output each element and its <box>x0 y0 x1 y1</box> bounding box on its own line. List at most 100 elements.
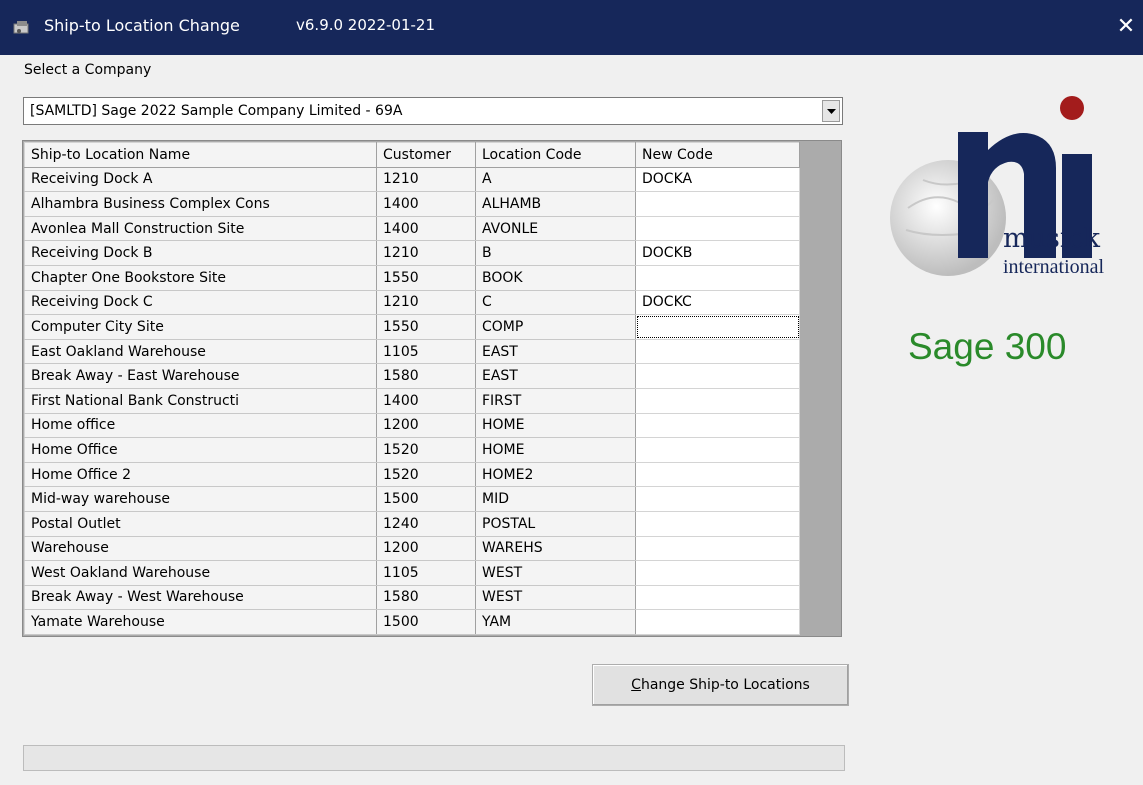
table-row[interactable]: Home Office 1520 HOME <box>24 437 800 463</box>
column-header-name[interactable]: Ship-to Location Name <box>24 142 377 168</box>
ship-to-grid[interactable]: Ship-to Location Name Customer Location … <box>22 140 842 637</box>
cell-customer: 1210 <box>376 166 476 193</box>
company-dropdown-value: [SAMLTD] Sage 2022 Sample Company Limite… <box>30 103 403 119</box>
cell-ship-to-name: West Oakland Warehouse <box>24 560 377 586</box>
cell-ship-to-name: Alhambra Business Complex Cons <box>24 191 377 217</box>
table-row[interactable]: Receiving Dock A 1210 A DOCKA <box>24 166 800 193</box>
cell-customer: 1210 <box>376 240 476 266</box>
cell-new-code[interactable] <box>635 461 800 488</box>
table-row[interactable]: Chapter One Bookstore Site 1550 BOOK <box>24 264 800 291</box>
cell-location-code: MID <box>475 486 636 512</box>
change-ship-to-locations-button[interactable]: Change Ship-to Locations <box>592 664 849 706</box>
dropdown-arrow-button[interactable] <box>822 100 840 122</box>
cell-ship-to-name: Chapter One Bookstore Site <box>24 264 377 291</box>
cell-customer: 1210 <box>376 289 476 316</box>
ship-to-table: Ship-to Location Name Customer Location … <box>24 142 800 635</box>
cell-new-code[interactable] <box>635 215 800 242</box>
table-row[interactable]: Computer City Site 1550 COMP <box>24 314 800 340</box>
cell-new-code[interactable] <box>635 560 800 586</box>
table-row[interactable]: Warehouse 1200 WAREHS <box>24 535 800 562</box>
table-row[interactable]: Break Away - East Warehouse 1580 EAST <box>24 363 800 389</box>
cell-new-code[interactable] <box>635 363 800 389</box>
cell-location-code: HOME2 <box>475 461 636 488</box>
cell-location-code: COMP <box>475 314 636 340</box>
cell-location-code: B <box>475 240 636 266</box>
table-row[interactable]: Home office 1200 HOME <box>24 412 800 439</box>
cell-ship-to-name: Break Away - West Warehouse <box>24 584 377 611</box>
logo-text-international: international <box>1003 256 1105 278</box>
cell-ship-to-name: East Oakland Warehouse <box>24 338 377 365</box>
table-row[interactable]: First National Bank Constructi 1400 FIRST <box>24 387 800 414</box>
table-row[interactable]: Home Office 2 1520 HOME2 <box>24 461 800 488</box>
cell-customer: 1500 <box>376 486 476 512</box>
cell-new-code[interactable] <box>635 314 800 340</box>
cell-ship-to-name: First National Bank Constructi <box>24 387 377 414</box>
cell-location-code: YAM <box>475 609 636 635</box>
cell-customer: 1580 <box>376 363 476 389</box>
cell-new-code[interactable]: DOCKC <box>635 289 800 316</box>
table-row[interactable]: West Oakland Warehouse 1105 WEST <box>24 560 800 586</box>
cell-ship-to-name: Receiving Dock C <box>24 289 377 316</box>
cell-ship-to-name: Computer City Site <box>24 314 377 340</box>
table-row[interactable]: Mid-way warehouse 1500 MID <box>24 486 800 512</box>
cell-ship-to-name: Home Office 2 <box>24 461 377 488</box>
logo-text-musick: musick <box>1003 223 1100 254</box>
cell-new-code[interactable] <box>635 510 800 537</box>
cell-location-code: C <box>475 289 636 316</box>
cell-new-code[interactable] <box>635 191 800 217</box>
column-header-location-code[interactable]: Location Code <box>475 142 636 168</box>
cell-location-code: POSTAL <box>475 510 636 537</box>
cell-location-code: BOOK <box>475 264 636 291</box>
cell-location-code: WEST <box>475 560 636 586</box>
cell-customer: 1580 <box>376 584 476 611</box>
cell-customer: 1240 <box>376 510 476 537</box>
cell-ship-to-name: Yamate Warehouse <box>24 609 377 635</box>
app-icon <box>13 21 29 34</box>
close-icon[interactable]: ✕ <box>1109 10 1143 44</box>
cell-customer: 1105 <box>376 560 476 586</box>
table-row[interactable]: Receiving Dock C 1210 C DOCKC <box>24 289 800 316</box>
cell-new-code[interactable] <box>635 264 800 291</box>
cell-location-code: HOME <box>475 437 636 463</box>
cell-new-code[interactable] <box>635 584 800 611</box>
cell-customer: 1400 <box>376 387 476 414</box>
table-row[interactable]: Alhambra Business Complex Cons 1400 ALHAMB <box>24 191 800 217</box>
table-row[interactable]: Yamate Warehouse 1500 YAM <box>24 609 800 635</box>
cell-ship-to-name: Mid-way warehouse <box>24 486 377 512</box>
column-header-new-code[interactable]: New Code <box>635 142 800 168</box>
table-row[interactable]: Break Away - West Warehouse 1580 WEST <box>24 584 800 611</box>
cell-customer: 1520 <box>376 461 476 488</box>
cell-new-code[interactable] <box>635 535 800 562</box>
cell-new-code[interactable] <box>635 609 800 635</box>
cell-ship-to-name: Receiving Dock B <box>24 240 377 266</box>
chevron-down-icon <box>827 109 836 114</box>
cell-new-code[interactable] <box>635 437 800 463</box>
cell-ship-to-name: Home Office <box>24 437 377 463</box>
cell-new-code[interactable] <box>635 338 800 365</box>
cell-location-code: A <box>475 166 636 193</box>
version-label: v6.9.0 2022-01-21 <box>296 16 435 34</box>
cell-customer: 1105 <box>376 338 476 365</box>
table-row[interactable]: East Oakland Warehouse 1105 EAST <box>24 338 800 365</box>
cell-location-code: EAST <box>475 363 636 389</box>
cell-new-code[interactable] <box>635 412 800 439</box>
cell-customer: 1200 <box>376 535 476 562</box>
table-row[interactable]: Avonlea Mall Construction Site 1400 AVONLE <box>24 215 800 242</box>
progress-bar <box>23 745 845 771</box>
cell-new-code[interactable] <box>635 387 800 414</box>
logo-dot <box>1060 96 1084 120</box>
cell-ship-to-name: Avonlea Mall Construction Site <box>24 215 377 242</box>
table-row[interactable]: Postal Outlet 1240 POSTAL <box>24 510 800 537</box>
cell-ship-to-name: Postal Outlet <box>24 510 377 537</box>
cell-customer: 1550 <box>376 264 476 291</box>
cell-ship-to-name: Warehouse <box>24 535 377 562</box>
cell-ship-to-name: Receiving Dock A <box>24 166 377 193</box>
column-header-customer[interactable]: Customer <box>376 142 476 168</box>
cell-location-code: FIRST <box>475 387 636 414</box>
table-row[interactable]: Receiving Dock B 1210 B DOCKB <box>24 240 800 266</box>
cell-new-code[interactable]: DOCKB <box>635 240 800 266</box>
cell-new-code[interactable] <box>635 486 800 512</box>
window-title: Ship-to Location Change <box>44 16 240 35</box>
cell-new-code[interactable]: DOCKA <box>635 166 800 193</box>
company-dropdown[interactable]: [SAMLTD] Sage 2022 Sample Company Limite… <box>23 97 843 125</box>
